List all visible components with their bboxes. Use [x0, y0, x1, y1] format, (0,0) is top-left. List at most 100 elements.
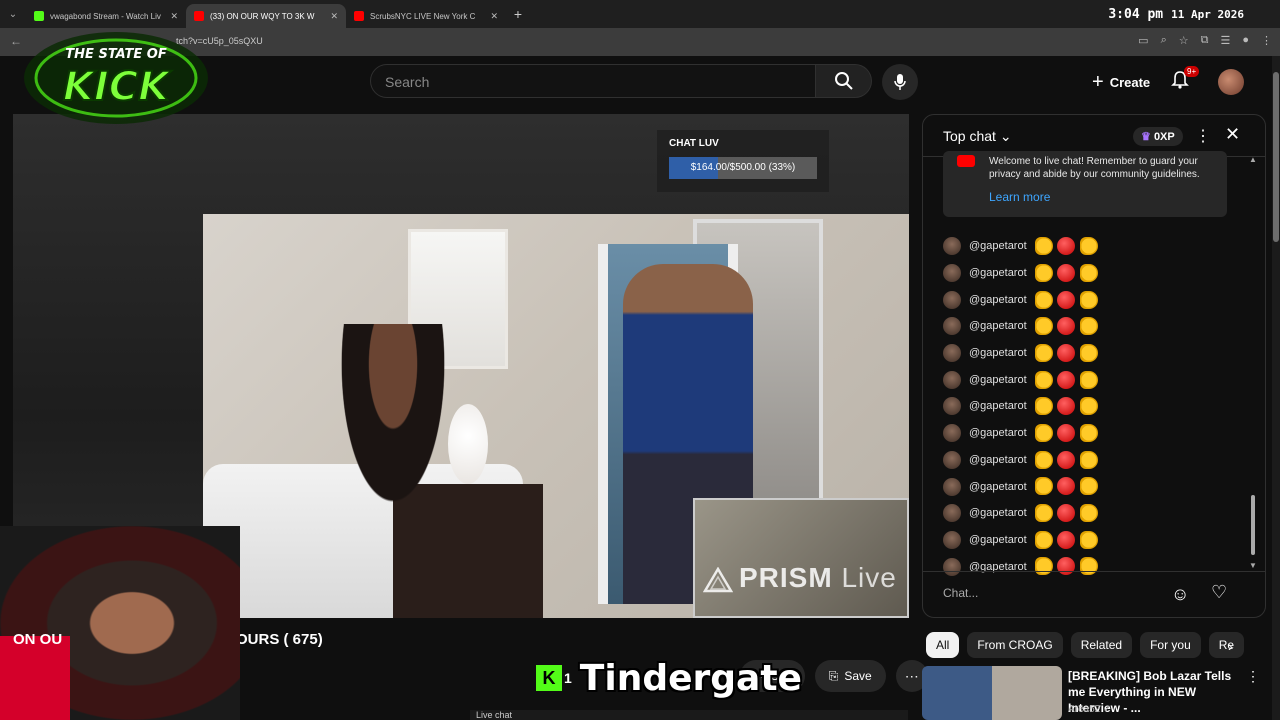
chat-message[interactable]: @gapetarot: [943, 420, 1243, 447]
pointing-right-emoji-icon: [1034, 343, 1053, 362]
chat-message[interactable]: @gapetarot: [943, 447, 1243, 474]
profile-icon[interactable]: ●: [1242, 34, 1249, 47]
zoom-icon[interactable]: ⌕: [1161, 34, 1167, 47]
microphone-icon: [894, 74, 906, 90]
chat-message[interactable]: @gapetarot: [943, 286, 1243, 313]
tab-close-icon[interactable]: ✕: [490, 11, 498, 22]
cast-icon[interactable]: ▭: [1138, 34, 1148, 47]
chat-username[interactable]: @gapetarot: [969, 294, 1027, 306]
bookmark-icon: ⎘: [828, 668, 839, 683]
recommended-video[interactable]: [BREAKING] Bob Lazar Tells me Everything…: [922, 666, 1262, 720]
chip[interactable]: Re: [1208, 632, 1245, 658]
recommended-channel[interactable]: Area52 ✓: [1068, 704, 1111, 715]
chat-user-avatar[interactable]: [943, 477, 961, 496]
chat-message[interactable]: @gapetarot: [943, 527, 1243, 554]
tab-search-icon[interactable]: ⌄: [0, 9, 26, 20]
save-button[interactable]: ⎘ Save: [814, 660, 886, 692]
tab-close-icon[interactable]: ✕: [170, 11, 178, 22]
chat-message[interactable]: @gapetarot: [943, 340, 1243, 367]
pointing-left-emoji-icon: [1079, 237, 1098, 256]
chat-user-avatar[interactable]: [943, 344, 961, 363]
chat-scroll-down-icon[interactable]: ▼: [1249, 561, 1257, 570]
save-label: Save: [844, 669, 872, 683]
chat-user-avatar[interactable]: [943, 237, 961, 256]
chat-user-avatar[interactable]: [943, 424, 961, 443]
pointing-right-emoji-icon: [1034, 263, 1053, 282]
voice-search-button[interactable]: [882, 64, 918, 100]
chat-message[interactable]: @gapetarot: [943, 313, 1243, 340]
xp-badge[interactable]: ♛ 0XP: [1133, 127, 1183, 146]
chat-message[interactable]: @gapetarot: [943, 500, 1243, 527]
chat-mode-dropdown[interactable]: Top chat ⌄: [943, 128, 1012, 145]
chat-user-avatar[interactable]: [943, 290, 961, 309]
chevron-right-icon[interactable]: ›: [1228, 638, 1233, 654]
chat-message[interactable]: @gapetarot: [943, 366, 1243, 393]
state-of-kick-logo: THE STATE OF KICK: [24, 32, 208, 124]
chat-emoji-row: [1034, 370, 1098, 389]
chat-message[interactable]: @gapetarot: [943, 473, 1243, 500]
chip[interactable]: Related: [1070, 632, 1133, 658]
chat-username[interactable]: @gapetarot: [969, 534, 1027, 546]
chat-emoji-row: [1034, 290, 1098, 309]
browser-tab-3[interactable]: ScrubsNYC LIVE New York C ✕: [346, 4, 506, 28]
chip[interactable]: All: [926, 632, 960, 658]
chat-user-avatar[interactable]: [943, 397, 961, 416]
video-thumbnail[interactable]: [922, 666, 1062, 720]
chat-menu-icon[interactable]: ⋮: [1195, 126, 1211, 146]
pointing-left-emoji-icon: [1079, 343, 1098, 362]
chat-user-avatar[interactable]: [943, 264, 961, 283]
learn-more-link[interactable]: Learn more: [989, 191, 1219, 204]
create-button[interactable]: + Create: [1082, 64, 1160, 100]
close-chat-icon[interactable]: ✕: [1225, 124, 1240, 145]
page-scroll-thumb[interactable]: [1273, 72, 1279, 242]
chat-username[interactable]: @gapetarot: [969, 240, 1027, 252]
chip[interactable]: From CROAG: [967, 632, 1063, 658]
heart-icon[interactable]: ♡: [1211, 582, 1227, 603]
search-button[interactable]: [816, 64, 872, 98]
video-title-fragment-left: ON OU: [13, 631, 63, 648]
bookmark-star-icon[interactable]: ☆: [1179, 34, 1189, 47]
red-circle-emoji-icon: [1057, 397, 1076, 416]
chat-user-avatar[interactable]: [943, 317, 961, 336]
xp-label: 0XP: [1153, 131, 1175, 143]
chat-username[interactable]: @gapetarot: [969, 481, 1027, 493]
browser-menu-icon[interactable]: ⋮: [1261, 34, 1272, 47]
chat-username[interactable]: @gapetarot: [969, 454, 1027, 466]
chat-user-avatar[interactable]: [943, 530, 961, 549]
chat-message[interactable]: @gapetarot: [943, 233, 1243, 260]
chat-username[interactable]: @gapetarot: [969, 400, 1027, 412]
chat-scrollbar[interactable]: [1251, 495, 1255, 555]
notifications-badge: 9+: [1184, 66, 1200, 77]
tab-title: (33) ON OUR WQY TO 3K W: [210, 11, 315, 21]
chat-username[interactable]: @gapetarot: [969, 427, 1027, 439]
chip[interactable]: For you: [1140, 632, 1201, 658]
new-tab-button[interactable]: +: [506, 6, 530, 22]
red-circle-emoji-icon: [1057, 450, 1076, 469]
pointing-left-emoji-icon: [1079, 477, 1098, 496]
chat-user-avatar[interactable]: [943, 370, 961, 389]
chat-input[interactable]: Chat...: [943, 586, 1163, 600]
search-input[interactable]: Search: [370, 64, 816, 98]
chat-user-avatar[interactable]: [943, 450, 961, 469]
youtube-logo-icon: [957, 155, 975, 167]
sidebar-icon[interactable]: ☰: [1220, 34, 1230, 47]
recommendation-menu-icon[interactable]: ⋮: [1246, 668, 1260, 685]
chat-username[interactable]: @gapetarot: [969, 267, 1027, 279]
chat-user-avatar[interactable]: [943, 504, 961, 523]
emoji-icon[interactable]: ☺: [1171, 584, 1189, 605]
tab-close-icon[interactable]: ✕: [330, 11, 338, 22]
chat-message[interactable]: @gapetarot: [943, 260, 1243, 287]
pointing-left-emoji-icon: [1079, 263, 1098, 282]
extensions-icon[interactable]: ⧉: [1201, 34, 1209, 47]
chat-username[interactable]: @gapetarot: [969, 374, 1027, 386]
chat-username[interactable]: @gapetarot: [969, 507, 1027, 519]
chat-username[interactable]: @gapetarot: [969, 347, 1027, 359]
pointing-right-emoji-icon: [1034, 397, 1053, 416]
page-scrollbar[interactable]: [1272, 56, 1280, 720]
chat-message[interactable]: @gapetarot: [943, 393, 1243, 420]
chat-scroll-up-icon[interactable]: ▲: [1249, 155, 1257, 164]
chat-username[interactable]: @gapetarot: [969, 320, 1027, 332]
pointing-right-emoji-icon: [1034, 504, 1053, 523]
chat-input-bar: Chat... ☺ ♡: [923, 571, 1265, 617]
account-avatar[interactable]: [1218, 69, 1244, 95]
